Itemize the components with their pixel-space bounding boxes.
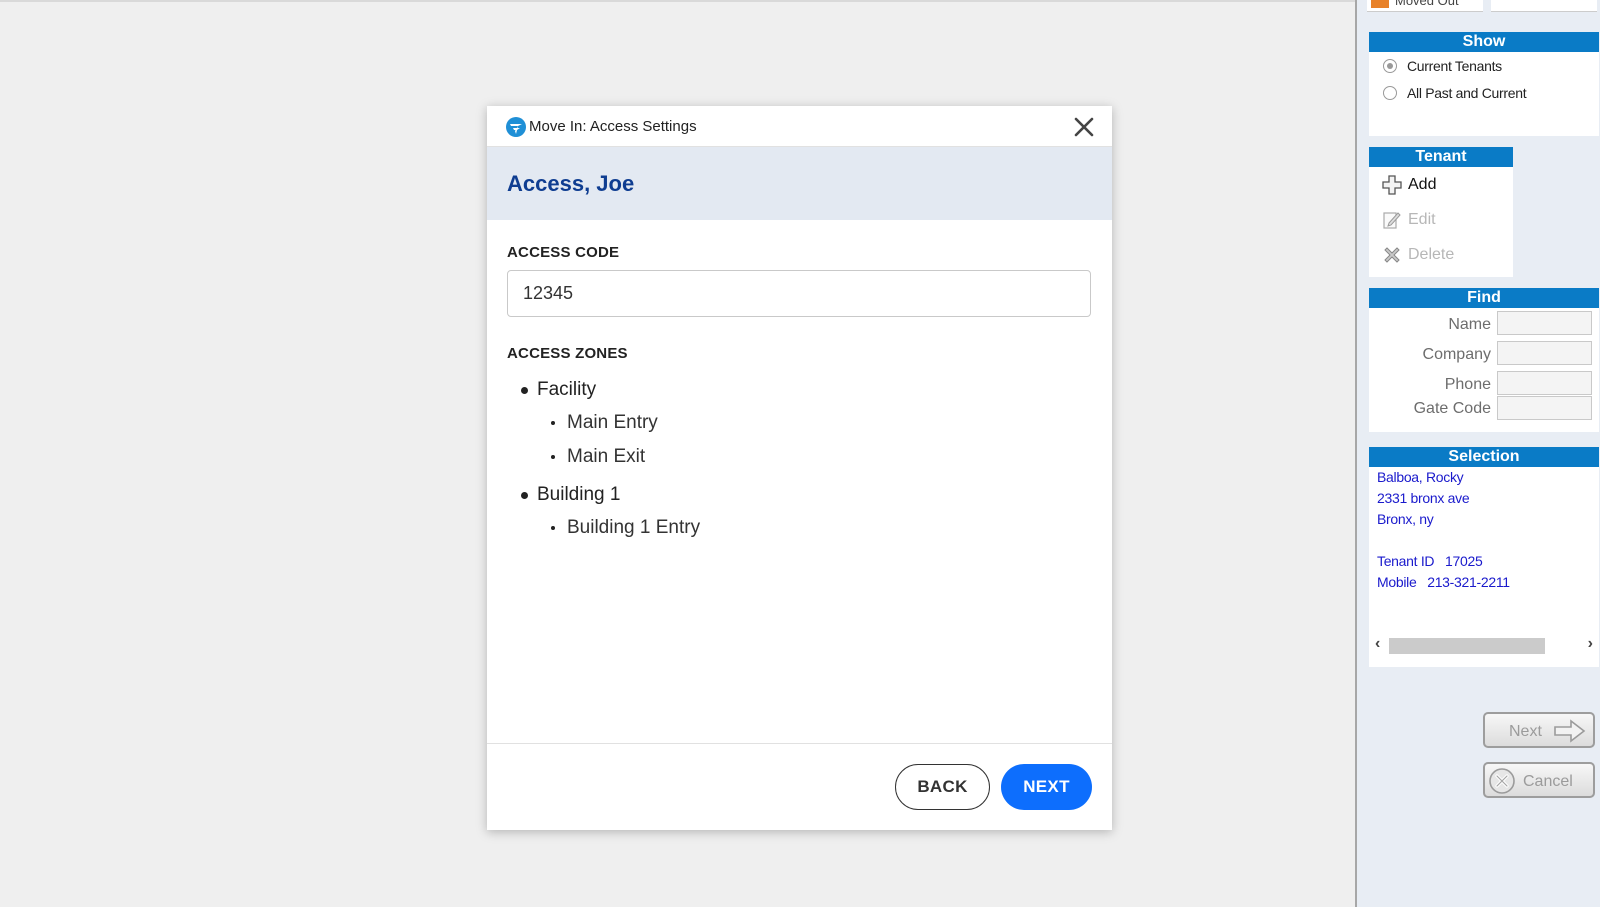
top-field[interactable] [1491,0,1597,12]
find-header: Find [1369,288,1599,308]
find-company-row: Company [1369,338,1599,368]
side-panel: Moved Out Show Current Tenants All Past … [1355,0,1600,907]
door-item: Main Exit [507,441,1067,475]
radio-icon[interactable] [1383,86,1397,100]
door-name: Main Exit [567,446,646,467]
selection-spacer [1369,530,1599,551]
find-group: Find Name Company Phone Gate Code [1369,288,1599,432]
moved-out-icon [1371,0,1389,8]
edit-icon [1383,212,1401,229]
show-current-tenants-option[interactable]: Current Tenants [1369,52,1599,79]
bullet-icon [521,387,528,394]
tenant-header: Tenant [1369,147,1513,167]
selection-mobile: Mobile 213-321-2211 [1377,574,1510,590]
show-group: Show Current Tenants All Past and Curren… [1369,32,1599,136]
legacy-cancel-button[interactable]: Cancel [1483,762,1595,798]
delete-label: Delete [1408,246,1455,263]
radio-label: All Past and Current [1407,85,1527,101]
zone-row: Building 1 [507,480,1067,512]
next-button[interactable]: NEXT [1001,764,1092,810]
edit-tenant-button[interactable]: Edit [1369,202,1513,237]
bullet-icon [551,526,555,530]
arrow-right-icon [1554,719,1586,743]
find-gate-code-row: Gate Code [1369,396,1599,424]
add-label: Add [1408,176,1437,193]
selection-name: Balboa, Rocky [1377,469,1464,485]
tenant-name: Access, Joe [507,171,635,196]
access-zones-label: ACCESS ZONES [507,345,628,362]
zone-row: Facility [507,375,1067,407]
top-divider [0,0,1355,2]
zone-name: Facility [537,379,597,400]
dialog-title: Move In: Access Settings [529,118,697,135]
find-phone-row: Phone [1369,368,1599,398]
dialog-titlebar: Move In: Access Settings [487,106,1112,147]
selection-address-line1: 2331 bronx ave [1377,490,1470,506]
show-all-option[interactable]: All Past and Current [1369,79,1599,106]
scroll-right-icon[interactable]: › [1588,635,1593,653]
moved-out-tab[interactable]: Moved Out [1367,0,1483,12]
selection-tenant-id: Tenant ID 17025 [1377,553,1483,569]
delete-icon [1384,247,1400,263]
find-company-input[interactable] [1497,341,1592,365]
selection-group: Selection Balboa, Rocky 2331 bronx ave B… [1369,447,1599,667]
bullet-icon [551,455,555,459]
dialog-footer: BACK NEXT [487,743,1112,830]
find-name-input[interactable] [1497,311,1592,335]
bullet-icon [551,421,555,425]
scrollbar-thumb[interactable] [1389,638,1545,654]
selection-header: Selection [1369,447,1599,467]
find-gate-code-label: Gate Code [1413,400,1491,417]
tenant-group: Tenant Add Edit Delete [1369,147,1513,277]
moved-out-label: Moved Out [1395,0,1459,8]
tenant-header: Access, Joe [487,147,1112,220]
find-phone-label: Phone [1444,376,1491,393]
app-logo-icon [506,117,526,137]
access-settings-dialog: Move In: Access Settings Access, Joe ACC… [487,106,1112,830]
bullet-icon [521,492,528,499]
radio-selected-icon[interactable] [1383,59,1397,73]
selection-scrollbar[interactable]: ‹ › [1369,635,1599,655]
add-tenant-button[interactable]: Add [1369,167,1513,202]
find-name-row: Name [1369,308,1599,338]
zone-name: Building 1 [537,484,621,505]
legacy-next-label: Next [1509,723,1542,740]
delete-tenant-button[interactable]: Delete [1369,237,1513,272]
legacy-cancel-label: Cancel [1523,773,1573,790]
door-name: Main Entry [567,412,658,433]
plus-icon [1382,175,1402,195]
scroll-left-icon[interactable]: ‹ [1375,635,1380,653]
show-header: Show [1369,32,1599,52]
access-code-label: ACCESS CODE [507,244,620,261]
zone-building-1: Building 1 Building 1 Entry [507,480,1067,546]
selection-address-line2: Bronx, ny [1377,511,1434,527]
access-code-input[interactable] [507,270,1091,317]
zone-facility: Facility Main Entry Main Exit [507,375,1067,475]
find-name-label: Name [1448,316,1491,333]
edit-label: Edit [1408,211,1436,228]
door-item: Main Entry [507,407,1067,441]
find-phone-input[interactable] [1497,371,1592,395]
cancel-icon [1489,768,1515,794]
find-gate-code-input[interactable] [1497,396,1592,420]
radio-label: Current Tenants [1407,58,1502,74]
door-item: Building 1 Entry [507,512,1067,546]
back-button[interactable]: BACK [895,764,990,810]
legacy-next-button[interactable]: Next [1483,712,1595,748]
close-icon[interactable] [1072,115,1096,139]
access-zones-list: Facility Main Entry Main Exit Building 1 [507,375,1067,546]
find-company-label: Company [1422,346,1491,363]
top-tabs: Moved Out [1367,0,1597,12]
door-name: Building 1 Entry [567,517,701,538]
